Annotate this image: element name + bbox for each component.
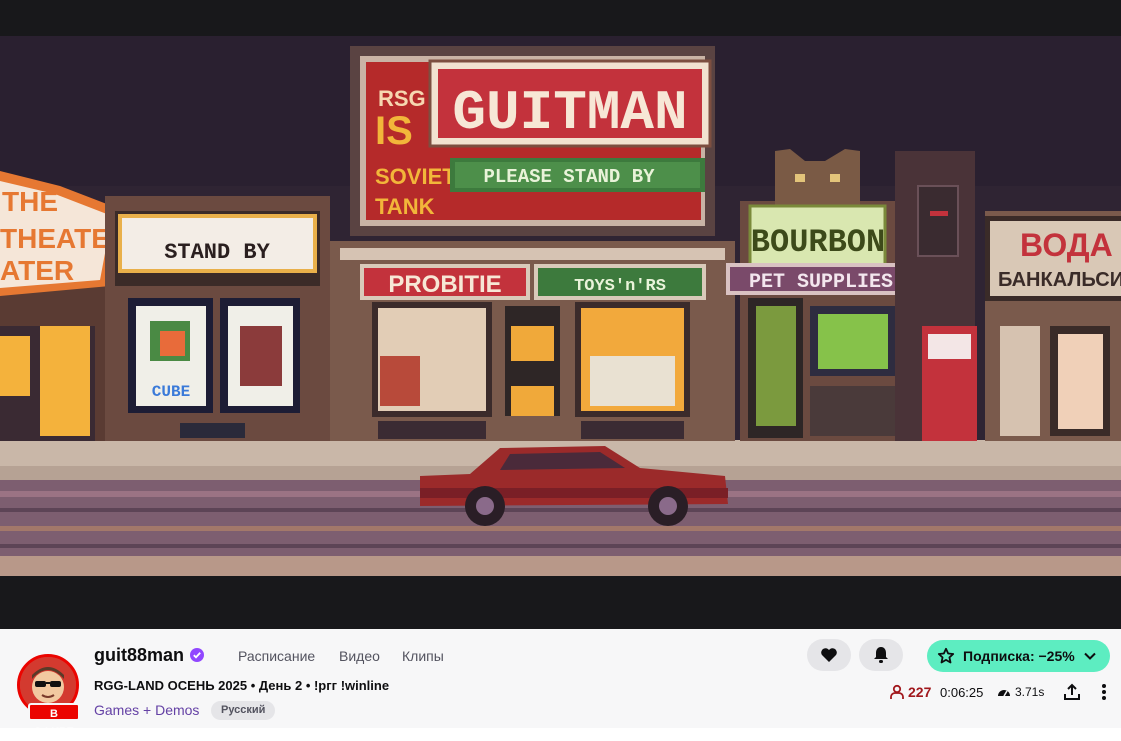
theater-sign-line3: ATER [0, 255, 74, 286]
stream-video-frame[interactable]: THE THEATER ATER STAND BY CUBE RSG IS SO… [0, 36, 1121, 576]
viewer-count-value: 227 [908, 684, 932, 700]
guitman-billboard: RSG IS SOVIET TANK GUITMAN PLEASE STAND … [350, 46, 715, 236]
billboard-side-4: TANK [375, 194, 435, 219]
category-link[interactable]: Games + Demos [94, 702, 199, 718]
live-badge: В ЭФИРЕ [28, 703, 80, 738]
chevron-down-icon [1084, 652, 1096, 660]
notifications-button[interactable] [859, 639, 903, 671]
billboard-side-2: IS [375, 109, 413, 153]
bourbon-sign: BOURBON [751, 224, 885, 261]
person-icon [890, 684, 904, 699]
pet-supplies-sign: PET SUPPLIES [749, 271, 893, 294]
nav-schedule[interactable]: Расписание [238, 648, 315, 664]
nav-clips[interactable]: Клипы [402, 648, 444, 664]
billboard-side-1: RSG [378, 86, 426, 111]
nav-videos[interactable]: Видео [339, 648, 380, 664]
poster-cube-text: CUBE [152, 383, 190, 401]
star-icon [937, 647, 955, 664]
billboard-title: GUITMAN [452, 81, 687, 145]
shop-sign-probitie: PROBITIE [388, 271, 501, 298]
share-icon [1064, 683, 1080, 700]
channel-name[interactable]: guit88man [94, 645, 184, 666]
follow-button[interactable] [807, 639, 851, 671]
gauge-icon [998, 690, 1010, 697]
subscribe-label: Подписка: −25% [963, 648, 1075, 664]
bell-icon [874, 647, 888, 663]
shop-sign-toys: TOYS'n'RS [574, 277, 666, 296]
marquee-text: STAND BY [164, 240, 270, 265]
stream-uptime: 0:06:25 [940, 685, 984, 700]
billboard-banner: PLEASE STAND BY [483, 166, 655, 188]
theater-sign-line1: THE [2, 186, 58, 217]
more-options-button[interactable] [1096, 682, 1112, 702]
viewer-count: 227 [889, 684, 931, 700]
stream-title: RGG-LAND ОСЕНЬ 2025 • День 2 • !ргг !win… [94, 678, 390, 693]
more-vertical-icon [1102, 684, 1106, 700]
subscribe-button[interactable]: Подписка: −25% [927, 640, 1110, 672]
verified-badge-icon [190, 648, 204, 662]
right-sign-2: БАНКАЛЬСИ [998, 269, 1121, 291]
heart-icon [821, 648, 837, 662]
video-player[interactable]: THE THEATER ATER STAND BY CUBE RSG IS SO… [0, 0, 1121, 629]
latency-value: 3.71s [1015, 685, 1045, 699]
right-sign-1: ВОДА [1020, 227, 1113, 263]
billboard-side-3: SOVIET [375, 164, 456, 189]
latency-indicator: 3.71s [997, 685, 1044, 699]
share-button[interactable] [1062, 682, 1082, 702]
language-tag[interactable]: Русский [211, 701, 276, 720]
